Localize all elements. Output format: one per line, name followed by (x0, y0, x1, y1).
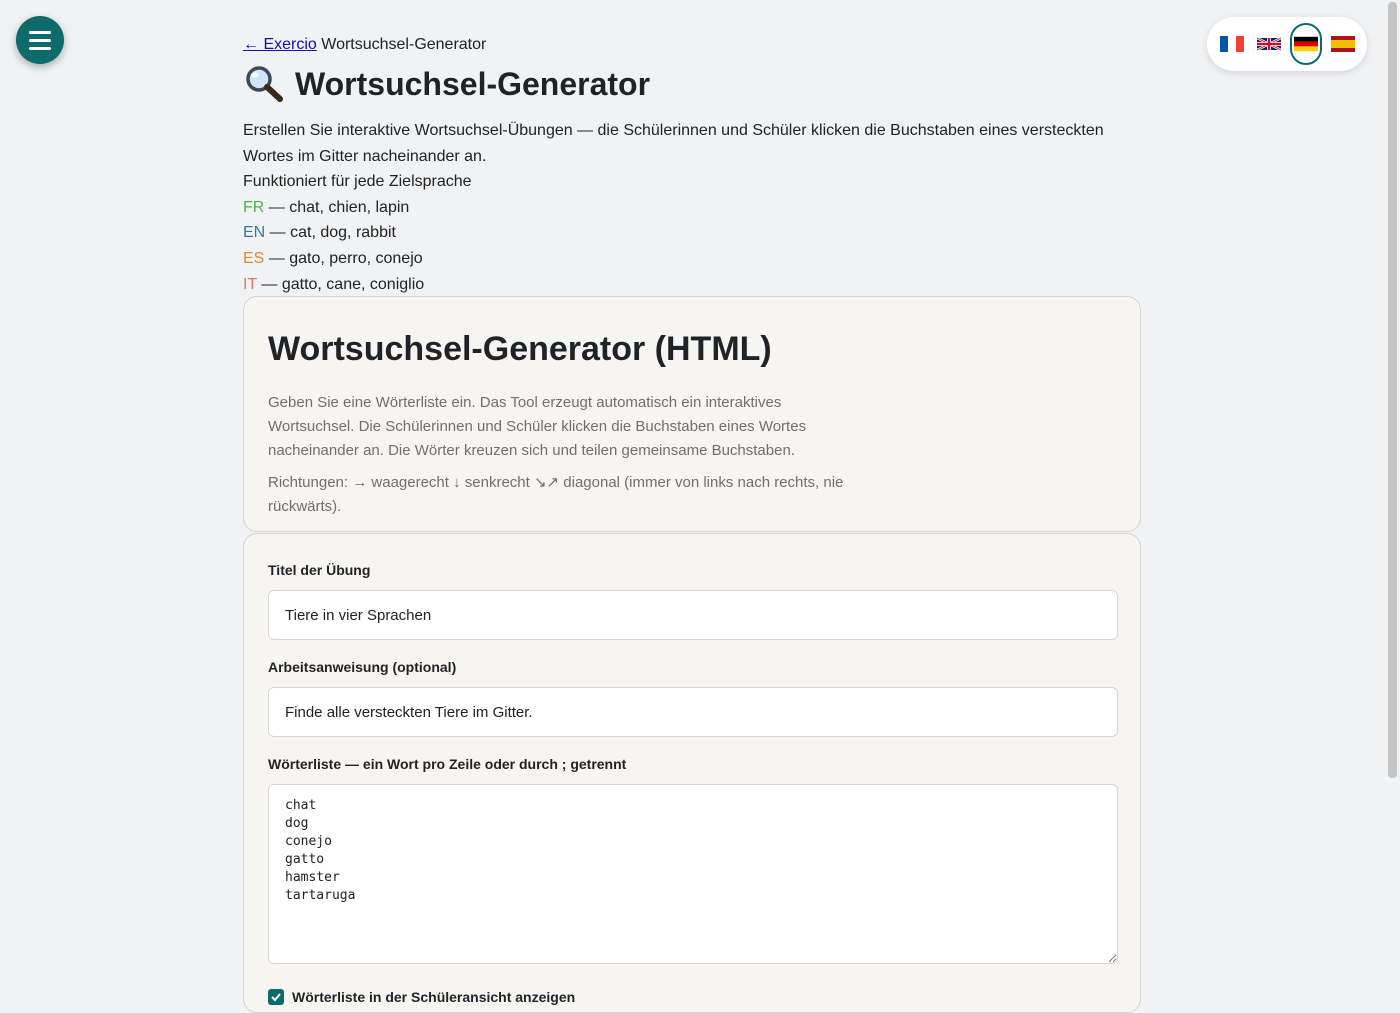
language-switcher (1207, 17, 1367, 71)
flag-de-icon (1293, 36, 1318, 52)
form-card: Titel der Übung Arbeitsanweisung (option… (243, 533, 1141, 1013)
title-input[interactable] (268, 590, 1118, 640)
info-card: Wortsuchsel-Generator (HTML) Geben Sie e… (243, 296, 1141, 532)
intro-section: Erstellen Sie interaktive Wortsuchsel-Üb… (243, 118, 1143, 297)
breadcrumb-current: Wortsuchsel-Generator (321, 36, 487, 53)
example-es: ES — gato, perro, conejo (243, 249, 423, 267)
works-for-text: Funktioniert für jede Zielsprache (243, 173, 472, 191)
instruction-field-label: Arbeitsanweisung (optional) (268, 659, 457, 675)
wordlist-textarea[interactable]: chat dog conejo gatto hamster tartaruga (268, 784, 1118, 964)
show-wordlist-option[interactable]: Wörterliste in der Schüleransicht anzeig… (268, 989, 575, 1005)
info-card-title: Wortsuchsel-Generator (HTML) (268, 330, 772, 368)
language-fr-button[interactable] (1216, 23, 1248, 65)
show-wordlist-label: Wörterliste in der Schüleransicht anzeig… (292, 989, 576, 1005)
flag-uk-icon (1256, 36, 1281, 52)
checkmark-icon (271, 993, 281, 1002)
language-de-button[interactable] (1289, 23, 1322, 65)
language-en-button[interactable] (1253, 23, 1285, 65)
example-it: IT — gatto, cane, coniglio (243, 275, 425, 293)
magnifier-icon (246, 66, 283, 102)
page-title: Wortsuchsel-Generator (243, 64, 650, 104)
menu-button[interactable] (16, 16, 64, 64)
title-field-label: Titel der Übung (268, 562, 371, 578)
example-fr: FR — chat, chien, lapin (243, 198, 410, 216)
breadcrumb: ← Exercio Wortsuchsel-Generator (243, 36, 486, 54)
intro-text: Erstellen Sie interaktive Wortsuchsel-Üb… (243, 122, 1104, 165)
instruction-input[interactable] (268, 687, 1118, 737)
language-es-button[interactable] (1327, 23, 1359, 65)
flag-fr-icon (1219, 36, 1244, 52)
example-en: EN — cat, dog, rabbit (243, 224, 396, 242)
flag-es-icon (1330, 36, 1355, 52)
scrollbar-thumb[interactable] (1388, 2, 1397, 778)
wordlist-field-label: Wörterliste — ein Wort pro Zeile oder du… (268, 756, 627, 772)
show-wordlist-checkbox[interactable] (268, 989, 284, 1005)
breadcrumb-back-link[interactable]: ← Exercio (243, 36, 317, 53)
hamburger-icon (29, 30, 51, 34)
page-title-text: Wortsuchsel-Generator (295, 65, 651, 102)
info-card-description: Geben Sie eine Wörterliste ein. Das Tool… (268, 394, 807, 459)
info-card-directions: Richtungen: → waagerecht ↓ senkrecht ↘↗ … (268, 474, 844, 515)
page-scrollbar[interactable] (1385, 0, 1400, 1000)
